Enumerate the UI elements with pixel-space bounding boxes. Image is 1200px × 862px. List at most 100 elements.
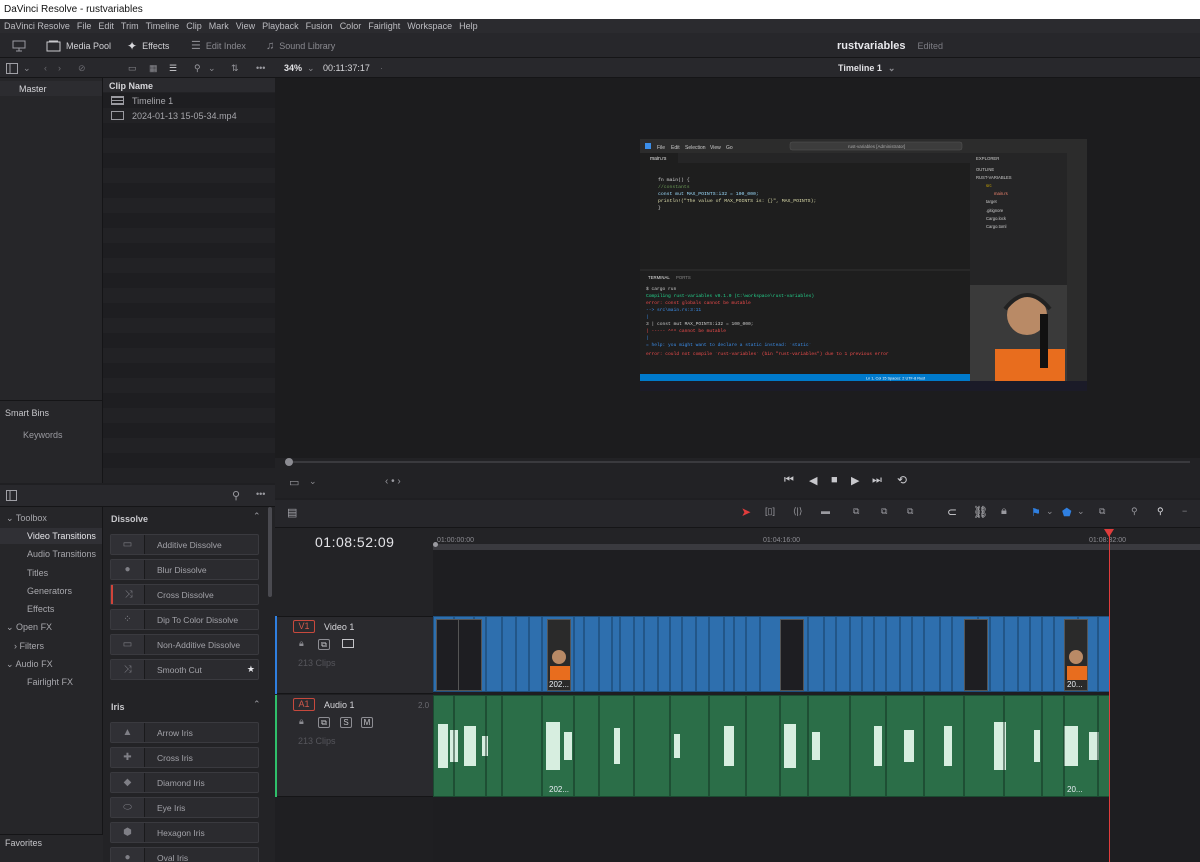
audio-clip-strip[interactable]: 202... 20... [433, 695, 1110, 797]
collapse-chevron-icon[interactable]: ⌃ [253, 699, 261, 710]
blade-tool-icon[interactable]: ▬ [821, 506, 830, 516]
stop-icon[interactable]: ■ [831, 474, 838, 486]
flag-icon[interactable]: ⚑ [1031, 506, 1041, 519]
effect-hexagon-iris[interactable]: ⬢ Hexagon Iris [110, 822, 259, 843]
go-to-start-icon[interactable]: ⏮ [784, 474, 794, 487]
zoom-custom-icon[interactable]: ⚲ [1157, 506, 1164, 517]
clip-name-column-header[interactable]: Clip Name [103, 78, 275, 92]
more-options-icon[interactable]: ••• [256, 58, 265, 78]
track-id-v1[interactable]: V1 [293, 620, 315, 633]
track-id-a1[interactable]: A1 [293, 698, 315, 711]
edit-index-button[interactable]: ☰ Edit Index [191, 33, 246, 58]
overwrite-clip-icon[interactable]: ⧉ [881, 506, 887, 517]
menu-item-edit[interactable]: Edit [98, 21, 114, 31]
sound-library-button[interactable]: ♫ Sound Library [266, 33, 335, 58]
back-arrow-icon[interactable]: ‹ [44, 58, 47, 78]
zoom-detail-icon[interactable]: ⚲ [1131, 506, 1138, 517]
tree-generators[interactable]: Generators [27, 586, 72, 596]
menu-item-help[interactable]: Help [459, 21, 478, 31]
menu-item-workspace[interactable]: Workspace [407, 21, 452, 31]
tree-toolbox[interactable]: ⌄ Toolbox [6, 513, 47, 524]
smart-bin-keywords[interactable]: Keywords [23, 430, 63, 440]
effect-blur-dissolve[interactable]: ● Blur Dissolve [110, 559, 259, 580]
menu-item-file[interactable]: File [77, 21, 92, 31]
collapse-chevron-icon[interactable]: ⌃ [253, 511, 261, 522]
thumbnail-view-icon[interactable]: ▦ [149, 58, 158, 78]
video-track-name[interactable]: Video 1 [324, 622, 354, 632]
list-view-icon[interactable]: ☰ [169, 58, 177, 78]
dynamic-trim-icon[interactable]: ⟨|⟩ [793, 506, 802, 517]
audio-track-name[interactable]: Audio 1 [324, 700, 355, 710]
selection-tool-icon[interactable]: ➤ [741, 505, 751, 519]
search-icon[interactable]: ⚲ [194, 58, 201, 78]
menu-item-color[interactable]: Color [340, 21, 362, 31]
search-chevron-icon[interactable]: ⌄ [208, 58, 216, 78]
menu-item-fusion[interactable]: Fusion [306, 21, 333, 31]
effect-smooth-cut[interactable]: ⤨ Smooth Cut ★ [110, 659, 259, 680]
track-enable-icon[interactable] [342, 639, 354, 648]
marker-icon[interactable]: ⬟ [1062, 506, 1072, 519]
bin-master[interactable]: Master [0, 81, 102, 96]
effects-button[interactable]: ✦ Effects [127, 33, 169, 58]
menu-item-mark[interactable]: Mark [209, 21, 229, 31]
tree-filters[interactable]: › Filters [14, 641, 44, 651]
linked-selection-icon[interactable]: ⛓ [973, 505, 988, 519]
effect-arrow-iris[interactable]: ▲ Arrow Iris [110, 722, 259, 743]
tree-audio-transitions[interactable]: Audio Transitions [27, 549, 96, 559]
video-clip-strip[interactable]: 202... 20... [433, 616, 1110, 692]
tree-video-transitions[interactable]: Video Transitions [27, 531, 96, 541]
tree-open-fx[interactable]: ⌄ Open FX [6, 622, 52, 633]
go-to-end-icon[interactable]: ⏭ [872, 474, 882, 487]
effect-cross-iris[interactable]: ✚ Cross Iris [110, 747, 259, 768]
effects-search-icon[interactable]: ⚲ [232, 489, 240, 502]
auto-select-icon[interactable]: ⧉ [318, 717, 330, 728]
auto-select-icon[interactable]: ⧉ [318, 639, 330, 650]
effect-cross-dissolve[interactable]: ⤨ Cross Dissolve [110, 584, 259, 605]
effect-non-additive-dissolve[interactable]: ▭ Non-Additive Dissolve [110, 634, 259, 655]
effect-additive-dissolve[interactable]: ▭ Additive Dissolve [110, 534, 259, 555]
timeline-layout-icon[interactable]: ▤ [287, 506, 297, 519]
viewer-options-icon[interactable]: · [380, 58, 383, 78]
metadata-view-icon[interactable]: ▭ [128, 58, 137, 78]
link-icon[interactable]: ⊘ [78, 58, 86, 78]
replace-clip-icon[interactable]: ⧉ [907, 506, 913, 517]
play-reverse-icon[interactable]: ◀ [809, 474, 817, 487]
tree-audio-fx[interactable]: ⌄ Audio FX [6, 659, 53, 670]
effect-dip-to-color[interactable]: ⁘ Dip To Color Dissolve [110, 609, 259, 630]
effects-more-icon[interactable]: ••• [256, 489, 265, 499]
viewer-frame-options-icon[interactable]: ▭ [289, 476, 299, 489]
solo-button[interactable]: S [340, 717, 352, 728]
tree-fairlight-fx[interactable]: Fairlight FX [27, 677, 73, 687]
effect-oval-iris[interactable]: ● Oval Iris [110, 847, 259, 862]
timeline-timecode[interactable]: 01:08:52:09 [315, 534, 394, 550]
position-lock-icon[interactable]: 🔒︎ [1001, 505, 1007, 518]
media-pool-button[interactable]: Media Pool [46, 33, 111, 58]
jog-bar[interactable] [285, 461, 1190, 463]
track-lock-icon[interactable]: 🔒︎ [299, 638, 304, 649]
forward-arrow-icon[interactable]: › [58, 58, 61, 78]
menu-item-clip[interactable]: Clip [186, 21, 202, 31]
insert-clip-icon[interactable]: ⧉ [853, 506, 859, 517]
menu-item-fairlight[interactable]: Fairlight [368, 21, 400, 31]
menu-item-view[interactable]: View [236, 21, 255, 31]
tree-titles[interactable]: Titles [27, 568, 48, 578]
flag-chevron-icon[interactable]: ⌄ [1046, 506, 1054, 517]
mute-button[interactable]: M [361, 717, 373, 728]
favorite-star-icon[interactable]: ★ [247, 664, 255, 675]
clip-row-timeline[interactable]: Timeline 1 [111, 93, 173, 108]
effect-diamond-iris[interactable]: ◆ Diamond Iris [110, 772, 259, 793]
playhead-line[interactable] [1109, 530, 1110, 862]
play-icon[interactable]: ▶ [851, 474, 859, 487]
loop-icon[interactable]: ⟲ [897, 473, 907, 487]
panel-layout-icon[interactable] [6, 58, 18, 78]
menu-item-resolve[interactable]: DaVinci Resolve [4, 21, 70, 31]
track-lock-icon[interactable]: 🔒︎ [299, 716, 304, 727]
effects-panel-toggle-icon[interactable] [6, 490, 17, 503]
zoom-chevron-icon[interactable]: ⌄ [307, 58, 315, 78]
menu-item-timeline[interactable]: Timeline [146, 21, 180, 31]
jog-control-icon[interactable]: ‹ • › [385, 476, 401, 487]
menu-item-trim[interactable]: Trim [121, 21, 139, 31]
marker-chevron-icon[interactable]: ⌄ [1077, 506, 1085, 517]
effect-eye-iris[interactable]: ⬭ Eye Iris [110, 797, 259, 818]
timeline-selector[interactable]: Timeline 1 ⌄ [838, 58, 895, 78]
